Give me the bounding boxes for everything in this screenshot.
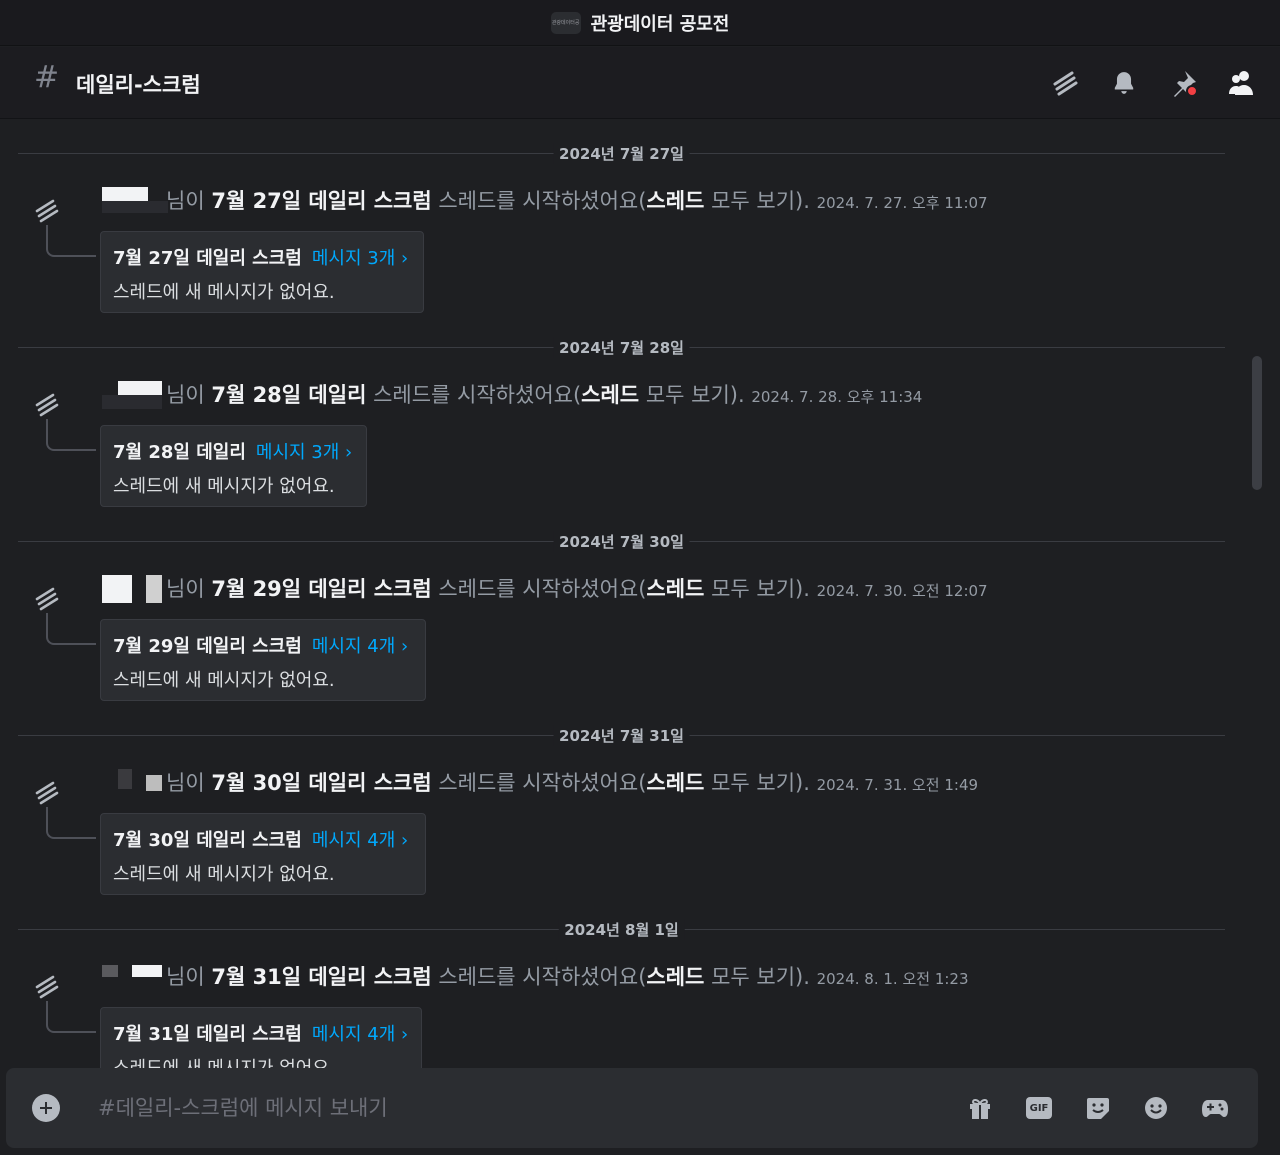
thread-connector-line bbox=[46, 419, 96, 451]
message-list[interactable]: 2024년 7월 27일 님이 7월 27일 데일리 스크럼 스레드를 시작하셨… bbox=[0, 120, 1245, 1070]
system-message-text: 님이 7월 31일 데일리 스크럼 스레드를 시작하셨어요(스레드 모두 보기)… bbox=[166, 965, 969, 989]
emoji-icon[interactable] bbox=[1140, 1092, 1172, 1124]
thread-started-message: 님이 7월 29일 데일리 스크럼 스레드를 시작하셨어요(스레드 모두 보기)… bbox=[0, 575, 1245, 725]
thread-connector-line bbox=[46, 613, 96, 645]
timestamp: 2024. 7. 30. 오전 12:07 bbox=[816, 582, 988, 600]
thread-name-link[interactable]: 7월 31일 데일리 스크럼 bbox=[211, 965, 431, 989]
thread-card-title: 7월 29일 데일리 스크럼 bbox=[113, 636, 302, 657]
threads-link[interactable]: 스레드 bbox=[646, 965, 704, 989]
thread-name-link[interactable]: 7월 27일 데일리 스크럼 bbox=[211, 189, 431, 213]
thread-card[interactable]: 7월 31일 데일리 스크럼 메시지 4개 › 스레드에 새 메시지가 없어요. bbox=[100, 1007, 422, 1070]
gamepad-icon[interactable] bbox=[1199, 1092, 1231, 1124]
hashtag-icon: # bbox=[34, 60, 60, 95]
system-message-text: 님이 7월 29일 데일리 스크럼 스레드를 시작하셨어요(스레드 모두 보기)… bbox=[166, 577, 988, 601]
message-count-link[interactable]: 메시지 4개 › bbox=[312, 1024, 408, 1045]
timestamp: 2024. 8. 1. 오전 1:23 bbox=[816, 970, 969, 988]
date-divider-label: 2024년 7월 28일 bbox=[553, 337, 690, 358]
thread-connector-line bbox=[46, 225, 96, 257]
thread-card[interactable]: 7월 28일 데일리 메시지 3개 › 스레드에 새 메시지가 없어요. bbox=[100, 425, 367, 507]
thread-started-message: 님이 7월 27일 데일리 스크럼 스레드를 시작하셨어요(스레드 모두 보기)… bbox=[0, 187, 1245, 337]
thread-icon bbox=[34, 585, 60, 615]
message-count-link[interactable]: 메시지 4개 › bbox=[312, 830, 408, 851]
system-message-text: 님이 7월 28일 데일리 스레드를 시작하셨어요(스레드 모두 보기). 20… bbox=[166, 383, 923, 407]
thread-card-status: 스레드에 새 메시지가 없어요. bbox=[113, 864, 335, 885]
date-divider: 2024년 7월 27일 bbox=[18, 143, 1225, 164]
gif-icon[interactable]: GIF bbox=[1023, 1092, 1055, 1124]
threads-link[interactable]: 스레드 bbox=[646, 771, 704, 795]
timestamp: 2024. 7. 31. 오전 1:49 bbox=[816, 776, 979, 794]
thread-started-message: 님이 7월 28일 데일리 스레드를 시작하셨어요(스레드 모두 보기). 20… bbox=[0, 381, 1245, 531]
thread-icon bbox=[34, 197, 60, 227]
timestamp: 2024. 7. 28. 오후 11:34 bbox=[751, 388, 923, 406]
sticker-icon[interactable] bbox=[1082, 1092, 1114, 1124]
thread-card-title: 7월 27일 데일리 스크럼 bbox=[113, 248, 302, 269]
date-divider-label: 2024년 8월 1일 bbox=[558, 919, 685, 940]
scrollbar-thumb[interactable] bbox=[1252, 356, 1262, 490]
channel-header: # 데일리-스크럼 bbox=[0, 47, 1280, 119]
thread-card[interactable]: 7월 30일 데일리 스크럼 메시지 4개 › 스레드에 새 메시지가 없어요. bbox=[100, 813, 426, 895]
gif-label: GIF bbox=[1026, 1097, 1052, 1119]
server-icon[interactable]: 관광데이터공 bbox=[550, 11, 581, 34]
plus-circle-icon[interactable] bbox=[32, 1094, 60, 1122]
threads-link[interactable]: 스레드 bbox=[581, 383, 639, 407]
thread-card[interactable]: 7월 29일 데일리 스크럼 메시지 4개 › 스레드에 새 메시지가 없어요. bbox=[100, 619, 426, 701]
thread-card[interactable]: 7월 27일 데일리 스크럼 메시지 3개 › 스레드에 새 메시지가 없어요. bbox=[100, 231, 424, 313]
thread-card-title: 7월 30일 데일리 스크럼 bbox=[113, 830, 302, 851]
thread-card-status: 스레드에 새 메시지가 없어요. bbox=[113, 282, 335, 303]
thread-started-message: 님이 7월 30일 데일리 스크럼 스레드를 시작하셨어요(스레드 모두 보기)… bbox=[0, 769, 1245, 919]
threads-link[interactable]: 스레드 bbox=[646, 577, 704, 601]
channel-title: 데일리-스크럼 bbox=[76, 73, 201, 97]
date-divider-label: 2024년 7월 30일 bbox=[553, 531, 690, 552]
date-divider-label: 2024년 7월 31일 bbox=[553, 725, 690, 746]
date-divider: 2024년 8월 1일 bbox=[18, 919, 1225, 940]
thread-name-link[interactable]: 7월 28일 데일리 bbox=[211, 383, 366, 407]
thread-card-status: 스레드에 새 메시지가 없어요. bbox=[113, 476, 335, 497]
message-composer: GIF bbox=[6, 1068, 1258, 1148]
message-count-link[interactable]: 메시지 3개 › bbox=[256, 442, 352, 463]
thread-name-link[interactable]: 7월 29일 데일리 스크럼 bbox=[211, 577, 431, 601]
threads-icon[interactable] bbox=[1049, 67, 1081, 99]
thread-connector-line bbox=[46, 807, 96, 839]
thread-card-title: 7월 28일 데일리 bbox=[113, 442, 246, 463]
date-divider: 2024년 7월 30일 bbox=[18, 531, 1225, 552]
pin-icon[interactable] bbox=[1168, 67, 1200, 99]
thread-started-message: 님이 7월 31일 데일리 스크럼 스레드를 시작하셨어요(스레드 모두 보기)… bbox=[0, 963, 1245, 1070]
members-icon[interactable] bbox=[1226, 67, 1258, 99]
thread-connector-line bbox=[46, 1001, 96, 1033]
gift-icon[interactable] bbox=[964, 1092, 996, 1124]
threads-link[interactable]: 스레드 bbox=[646, 189, 704, 213]
date-divider: 2024년 7월 31일 bbox=[18, 725, 1225, 746]
timestamp: 2024. 7. 27. 오후 11:07 bbox=[816, 194, 988, 212]
thread-icon bbox=[34, 779, 60, 809]
thread-icon bbox=[34, 973, 60, 1003]
thread-card-title: 7월 31일 데일리 스크럼 bbox=[113, 1024, 302, 1045]
date-divider: 2024년 7월 28일 bbox=[18, 337, 1225, 358]
message-count-link[interactable]: 메시지 4개 › bbox=[312, 636, 408, 657]
thread-card-status: 스레드에 새 메시지가 없어요. bbox=[113, 670, 335, 691]
bell-icon[interactable] bbox=[1108, 67, 1140, 99]
system-message-text: 님이 7월 30일 데일리 스크럼 스레드를 시작하셨어요(스레드 모두 보기)… bbox=[166, 771, 979, 795]
message-input[interactable] bbox=[98, 1090, 938, 1126]
thread-icon bbox=[34, 391, 60, 421]
date-divider-label: 2024년 7월 27일 bbox=[553, 143, 690, 164]
server-title: 관광데이터 공모전 bbox=[590, 13, 730, 35]
window-titlebar: 관광데이터공 관광데이터 공모전 bbox=[0, 0, 1280, 46]
system-message-text: 님이 7월 27일 데일리 스크럼 스레드를 시작하셨어요(스레드 모두 보기)… bbox=[166, 189, 988, 213]
message-count-link[interactable]: 메시지 3개 › bbox=[312, 248, 408, 269]
thread-name-link[interactable]: 7월 30일 데일리 스크럼 bbox=[211, 771, 431, 795]
